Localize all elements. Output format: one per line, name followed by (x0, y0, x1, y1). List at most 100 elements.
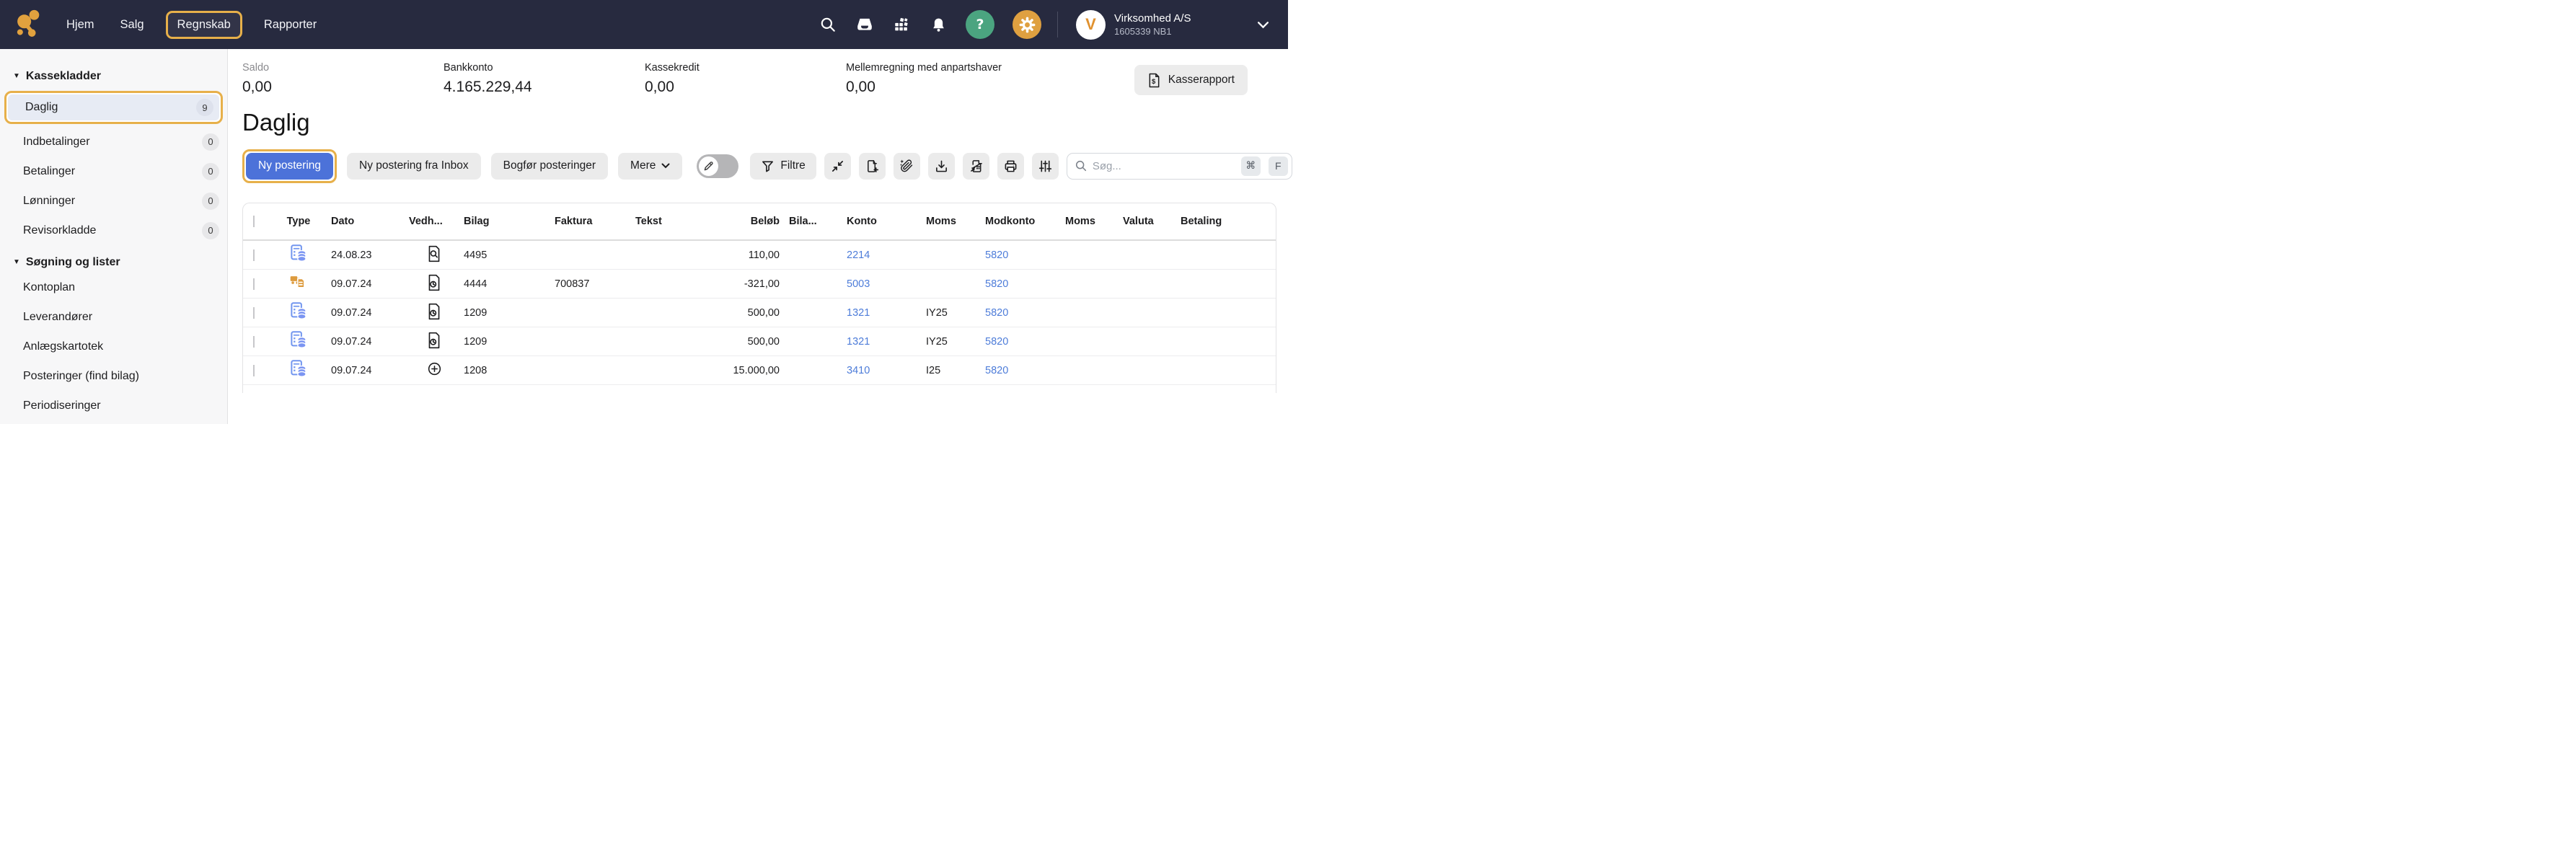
attachment-status-icon[interactable] (426, 274, 442, 294)
partial-next-row (243, 385, 1276, 393)
modkonto-link[interactable]: 5820 (985, 336, 1008, 348)
collapse-rows-button[interactable] (824, 153, 851, 180)
konto-link[interactable]: 1321 (847, 336, 870, 348)
column-header-vedh[interactable]: Vedh... (409, 216, 459, 227)
apps-grid-icon[interactable] (892, 15, 911, 34)
column-header-tekst[interactable]: Tekst (632, 216, 693, 227)
attachment-status-icon[interactable] (426, 303, 442, 323)
company-avatar: V (1076, 10, 1106, 40)
topbar-divider (1057, 12, 1058, 37)
more-button[interactable]: Mere (618, 153, 682, 180)
edit-mode-toggle[interactable] (697, 154, 738, 178)
filters-button[interactable]: Filtre (750, 153, 816, 180)
filters-label: Filtre (780, 159, 805, 172)
column-header-bilag[interactable]: Bilag (459, 216, 553, 227)
sidebar-item-leverandorer[interactable]: Leverandører (0, 302, 227, 332)
sidebar-item-posteringer-find-bilag[interactable]: Posteringer (find bilag) (0, 361, 227, 391)
stat-saldo: Saldo 0,00 (242, 62, 444, 96)
sidebar-item-daglig[interactable]: Daglig 9 (8, 94, 219, 120)
posting-type-icon (289, 244, 309, 266)
table-row[interactable]: 09.07.24 1209 500,00 1321 IY25 5820 (243, 327, 1276, 356)
nav-item-regnskab[interactable]: Regnskab (177, 18, 231, 32)
nav-item-rapporter[interactable]: Rapporter (264, 18, 317, 32)
search-icon (1075, 159, 1088, 172)
konto-link[interactable]: 5003 (847, 278, 870, 290)
table-row[interactable]: 09.07.24 4444 700837 -321,00 5003 5820 (243, 270, 1276, 299)
konto-link[interactable]: 2214 (847, 249, 870, 261)
column-header-valuta[interactable]: Valuta (1117, 216, 1175, 227)
posting-type-icon (289, 330, 309, 353)
help-button[interactable]: ? (966, 10, 994, 39)
inbox-icon[interactable] (855, 15, 874, 34)
attachment-status-icon[interactable] (426, 332, 442, 352)
post-entries-button[interactable]: Bogfør posteringer (491, 153, 608, 180)
nav-item-salg[interactable]: Salg (120, 18, 144, 32)
row-checkbox[interactable] (253, 307, 255, 319)
column-header-dato[interactable]: Dato (324, 216, 409, 227)
notifications-bell-icon[interactable] (929, 15, 948, 34)
sidebar-item-revisorkladde[interactable]: Revisorkladde 0 (0, 216, 227, 245)
attachments-button[interactable] (894, 153, 920, 180)
arrows-inward-icon (831, 159, 844, 173)
cell-moms: IY25 (920, 307, 982, 319)
sidebar-item-periodiseringer[interactable]: Periodiseringer (0, 391, 227, 420)
count-badge: 0 (202, 133, 219, 151)
sidebar-item-indbetalinger[interactable]: Indbetalinger 0 (0, 127, 227, 156)
cell-belob: 500,00 (693, 307, 783, 319)
modkonto-link[interactable]: 5820 (985, 365, 1008, 376)
sidebar-item-lonninger[interactable]: Lønninger 0 (0, 186, 227, 216)
search-icon[interactable] (819, 15, 837, 34)
caret-down-icon: ▼ (13, 259, 20, 266)
search-input[interactable] (1093, 160, 1236, 172)
column-header-faktura[interactable]: Faktura (553, 216, 632, 227)
modkonto-link[interactable]: 5820 (985, 307, 1008, 319)
sidebar-item-kontoplan[interactable]: Kontoplan (0, 273, 227, 302)
column-header-moms[interactable]: Moms (920, 216, 982, 227)
kasserapport-button[interactable]: $ Kasserapport (1134, 65, 1248, 95)
modkonto-link[interactable]: 5820 (985, 278, 1008, 290)
sidebar-item-label: Revisorkladde (23, 224, 202, 237)
column-header-belob[interactable]: Beløb (693, 216, 783, 227)
nav-item-hjem[interactable]: Hjem (66, 18, 94, 32)
table-row[interactable]: 09.07.24 1209 500,00 1321 IY25 5820 (243, 299, 1276, 327)
column-settings-button[interactable] (1032, 153, 1059, 180)
sidebar-item-anlaegskartotek[interactable]: Anlægskartotek (0, 332, 227, 361)
column-header-type[interactable]: Type (273, 216, 324, 227)
cell-moms: I25 (920, 365, 982, 376)
column-header-modkonto[interactable]: Modkonto (982, 216, 1059, 227)
stat-label: Kassekredit (645, 62, 846, 74)
row-checkbox[interactable] (253, 278, 255, 290)
sidebar-item-betalinger[interactable]: Betalinger 0 (0, 156, 227, 186)
settings-button[interactable] (1013, 10, 1041, 39)
print-button[interactable] (997, 153, 1024, 180)
row-checkbox[interactable] (253, 365, 255, 376)
konto-link[interactable]: 3410 (847, 365, 870, 376)
new-posting-from-inbox-button[interactable]: Ny postering fra Inbox (347, 153, 481, 180)
new-document-button[interactable] (859, 153, 886, 180)
app-logo-icon[interactable] (16, 9, 42, 40)
column-header-bila[interactable]: Bila... (783, 216, 841, 227)
export-document-button[interactable] (963, 153, 989, 180)
sidebar-section-sogning-og-lister[interactable]: ▼ Søgning og lister (0, 252, 227, 273)
download-button[interactable] (928, 153, 955, 180)
stat-value: 0,00 (242, 79, 444, 96)
sidebar-section-kassekladder[interactable]: ▼ Kassekladder (0, 66, 227, 87)
table-row[interactable]: 09.07.24 1208 15.000,00 3410 I25 5820 (243, 356, 1276, 385)
column-header-konto[interactable]: Konto (841, 216, 920, 227)
annotation-highlight-regnskab: Regnskab (166, 11, 242, 39)
modkonto-link[interactable]: 5820 (985, 249, 1008, 261)
attachment-status-icon[interactable] (426, 361, 443, 380)
select-all-checkbox[interactable] (253, 216, 255, 227)
new-posting-button[interactable]: Ny postering (246, 153, 333, 180)
row-checkbox[interactable] (253, 249, 255, 261)
konto-link[interactable]: 1321 (847, 307, 870, 319)
main-nav: Hjem Salg Regnskab Rapporter (66, 11, 317, 39)
account-menu[interactable]: V Virksomhed A/S 1605339 NB1 (1076, 10, 1269, 40)
table-row[interactable]: 24.08.23 4495 110,00 2214 5820 (243, 241, 1276, 270)
svg-text:$: $ (1152, 77, 1156, 85)
attachment-status-icon[interactable] (426, 245, 442, 265)
column-header-moms2[interactable]: Moms (1059, 216, 1117, 227)
column-header-betaling[interactable]: Betaling (1175, 216, 1276, 227)
row-checkbox[interactable] (253, 336, 255, 348)
sidebar-section-title: Søgning og lister (26, 256, 120, 269)
